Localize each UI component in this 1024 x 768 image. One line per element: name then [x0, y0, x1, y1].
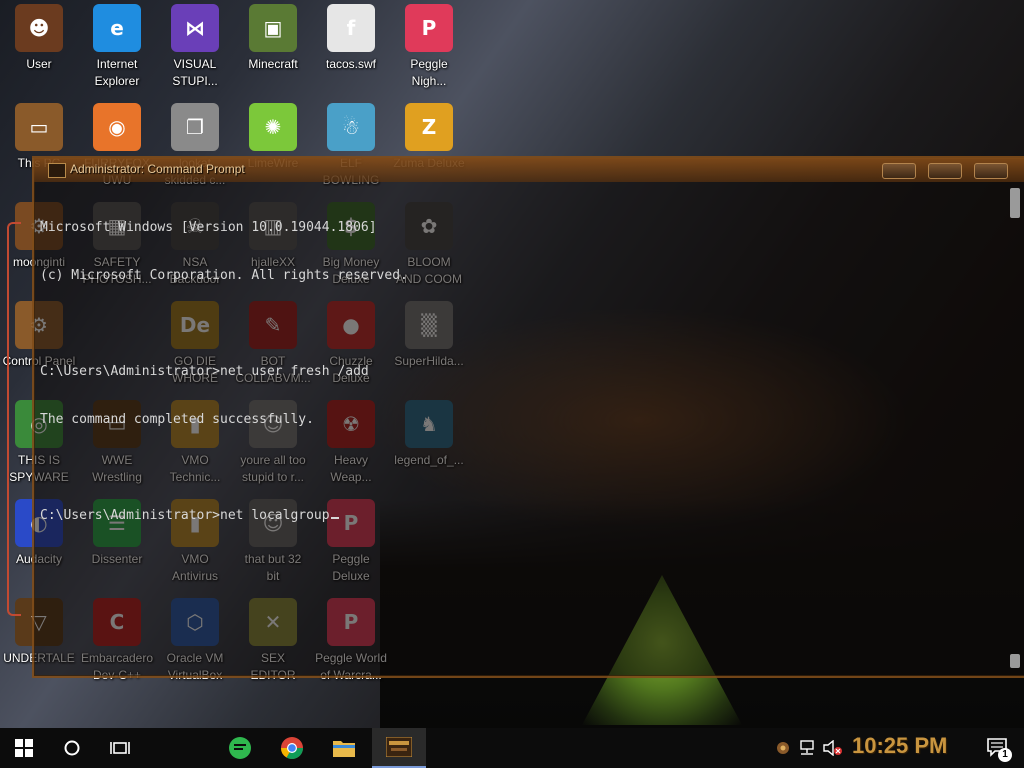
- desktop-icon-label: Internet Explorer: [94, 57, 140, 88]
- console-line: (c) Microsoft Corporation. All rights re…: [40, 268, 408, 283]
- windows-icon: [15, 739, 33, 757]
- network-icon: [800, 740, 814, 755]
- desktop-icon-label: Peggle Nigh...: [410, 57, 448, 88]
- scrollbar[interactable]: [1010, 188, 1020, 668]
- close-button[interactable]: [974, 163, 1008, 179]
- folder-icon: [333, 741, 355, 757]
- dissenter-icon: [229, 737, 251, 759]
- console-line: Microsoft Windows [Version 10.0.19044.18…: [40, 220, 377, 235]
- cmd-icon: [386, 737, 412, 757]
- app-icon: Z: [405, 103, 453, 151]
- app-icon: ☻: [15, 4, 63, 52]
- desktop-icon[interactable]: f tacos.swf: [312, 4, 390, 73]
- desktop-icon[interactable]: e Internet Explorer: [78, 4, 156, 90]
- desktop-icon-label: tacos.swf: [325, 57, 376, 71]
- tray-network[interactable]: [794, 728, 820, 768]
- action-center-button[interactable]: 1: [978, 728, 1018, 768]
- taskbar-chrome[interactable]: [272, 728, 312, 768]
- text-cursor: [330, 517, 339, 519]
- desktop-icon[interactable]: ☻ User: [0, 4, 78, 73]
- taskbar-clock[interactable]: 10:25 PM: [852, 733, 947, 759]
- desktop-icon-label: Minecraft: [248, 57, 298, 71]
- search-button[interactable]: [52, 728, 92, 768]
- desktop-icon[interactable]: P Peggle Nigh...: [390, 4, 468, 90]
- app-icon: ◉: [93, 103, 141, 151]
- app-icon: e: [93, 4, 141, 52]
- app-icon: ❐: [171, 103, 219, 151]
- gear-icon: [777, 742, 789, 754]
- app-icon: ☃: [327, 103, 375, 151]
- app-icon: ▭: [15, 103, 63, 151]
- desktop-icon[interactable]: ⋈ VISUAL STUPI...: [156, 4, 234, 90]
- taskbar-command-prompt[interactable]: [372, 728, 426, 768]
- console-line: C:\Users\Administrator>net user fresh /a…: [40, 364, 369, 379]
- console-command: C:\Users\Administrator>net localgroup: [40, 508, 330, 523]
- taskbar-dissenter[interactable]: [220, 728, 260, 768]
- search-circle-icon: [64, 740, 80, 756]
- chrome-icon: [281, 737, 303, 759]
- console-line: The command completed successfully.: [40, 412, 314, 427]
- minimize-button[interactable]: [882, 163, 916, 179]
- app-icon: ✺: [249, 103, 297, 151]
- command-prompt-window[interactable]: Administrator: Command Prompt Microsoft …: [32, 156, 1024, 678]
- app-icon: ▣: [249, 4, 297, 52]
- desktop-decoration: [7, 222, 21, 616]
- scrollbar-thumb[interactable]: [1010, 188, 1020, 218]
- app-icon: ⋈: [171, 4, 219, 52]
- start-button[interactable]: [4, 728, 44, 768]
- app-icon: P: [405, 4, 453, 52]
- desktop-icon[interactable]: ▣ Minecraft: [234, 4, 312, 73]
- scroll-down-arrow[interactable]: [1010, 654, 1020, 668]
- taskbar-file-explorer[interactable]: [324, 728, 364, 768]
- desktop-icon-label: VISUAL STUPI...: [172, 57, 218, 88]
- tray-steampunk[interactable]: [772, 728, 794, 768]
- task-view-button[interactable]: [100, 728, 140, 768]
- window-title: Administrator: Command Prompt: [70, 162, 245, 176]
- notification-badge: 1: [998, 748, 1012, 762]
- cmd-icon: [48, 163, 66, 178]
- desktop-icon-label: User: [26, 57, 52, 71]
- app-icon: f: [327, 4, 375, 52]
- window-titlebar[interactable]: Administrator: Command Prompt: [34, 158, 1024, 182]
- console-input-line[interactable]: C:\Users\Administrator>net localgroup: [40, 508, 990, 524]
- tray-volume[interactable]: [820, 728, 846, 768]
- volume-muted-icon: [823, 740, 842, 756]
- maximize-button[interactable]: [928, 163, 962, 179]
- task-view-icon: [110, 742, 130, 754]
- console-output[interactable]: Microsoft Windows [Version 10.0.19044.18…: [40, 188, 990, 668]
